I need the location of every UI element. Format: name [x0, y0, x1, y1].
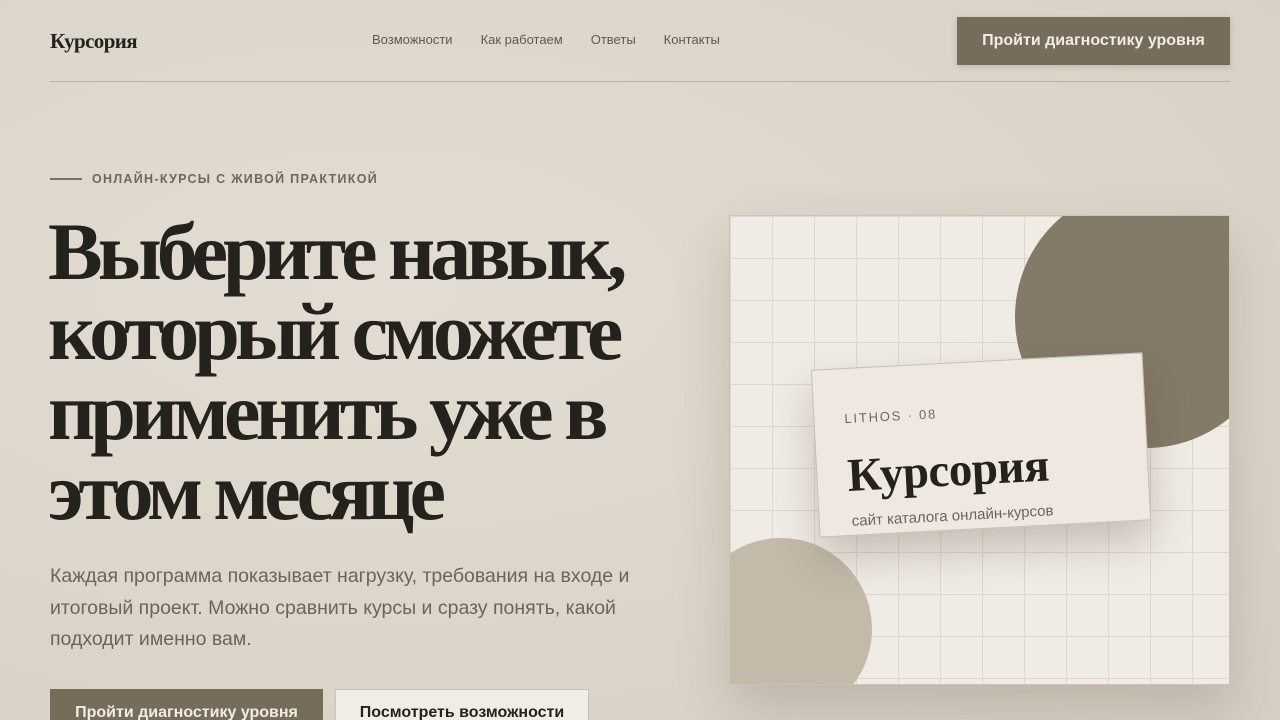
nav-link-how-we-work[interactable]: Как работаем: [481, 32, 563, 47]
hero-headline: Выберите навык, который сможете применит…: [48, 206, 627, 537]
nav-link-faq[interactable]: Ответы: [591, 32, 636, 47]
hero-eyebrow: ОНЛАЙН-КУРСЫ С ЖИВОЙ ПРАКТИКОЙ: [50, 172, 378, 186]
card-tag: LITHOS · 08: [844, 406, 938, 427]
card-title: Курсория: [846, 439, 1051, 502]
hero-lead: Каждая программа показывает нагрузку, тр…: [50, 565, 630, 650]
logo[interactable]: Курсория: [50, 29, 138, 54]
brand-card: LITHOS · 08 Курсория сайт каталога онлай…: [810, 352, 1152, 538]
view-features-button[interactable]: Посмотреть возможности: [335, 689, 589, 720]
main-nav: Возможности Как работаем Ответы Контакты: [372, 32, 748, 47]
nav-link-features[interactable]: Возможности: [372, 32, 453, 47]
hero-diagnostic-button[interactable]: Пройти диагностику уровня: [50, 689, 323, 720]
site-header: Курсория Возможности Как работаем Ответы…: [50, 0, 1230, 82]
header-diagnostic-button[interactable]: Пройти диагностику уровня: [957, 17, 1230, 65]
nav-link-contacts[interactable]: Контакты: [664, 32, 720, 47]
card-subtitle: сайт каталога онлайн-курсов: [851, 502, 1054, 530]
eyebrow-line: [50, 178, 82, 180]
hero-illustration: LITHOS · 08 Курсория сайт каталога онлай…: [729, 215, 1230, 685]
eyebrow-text: ОНЛАЙН-КУРСЫ С ЖИВОЙ ПРАКТИКОЙ: [92, 172, 379, 186]
decorative-circle-small: [730, 538, 872, 684]
